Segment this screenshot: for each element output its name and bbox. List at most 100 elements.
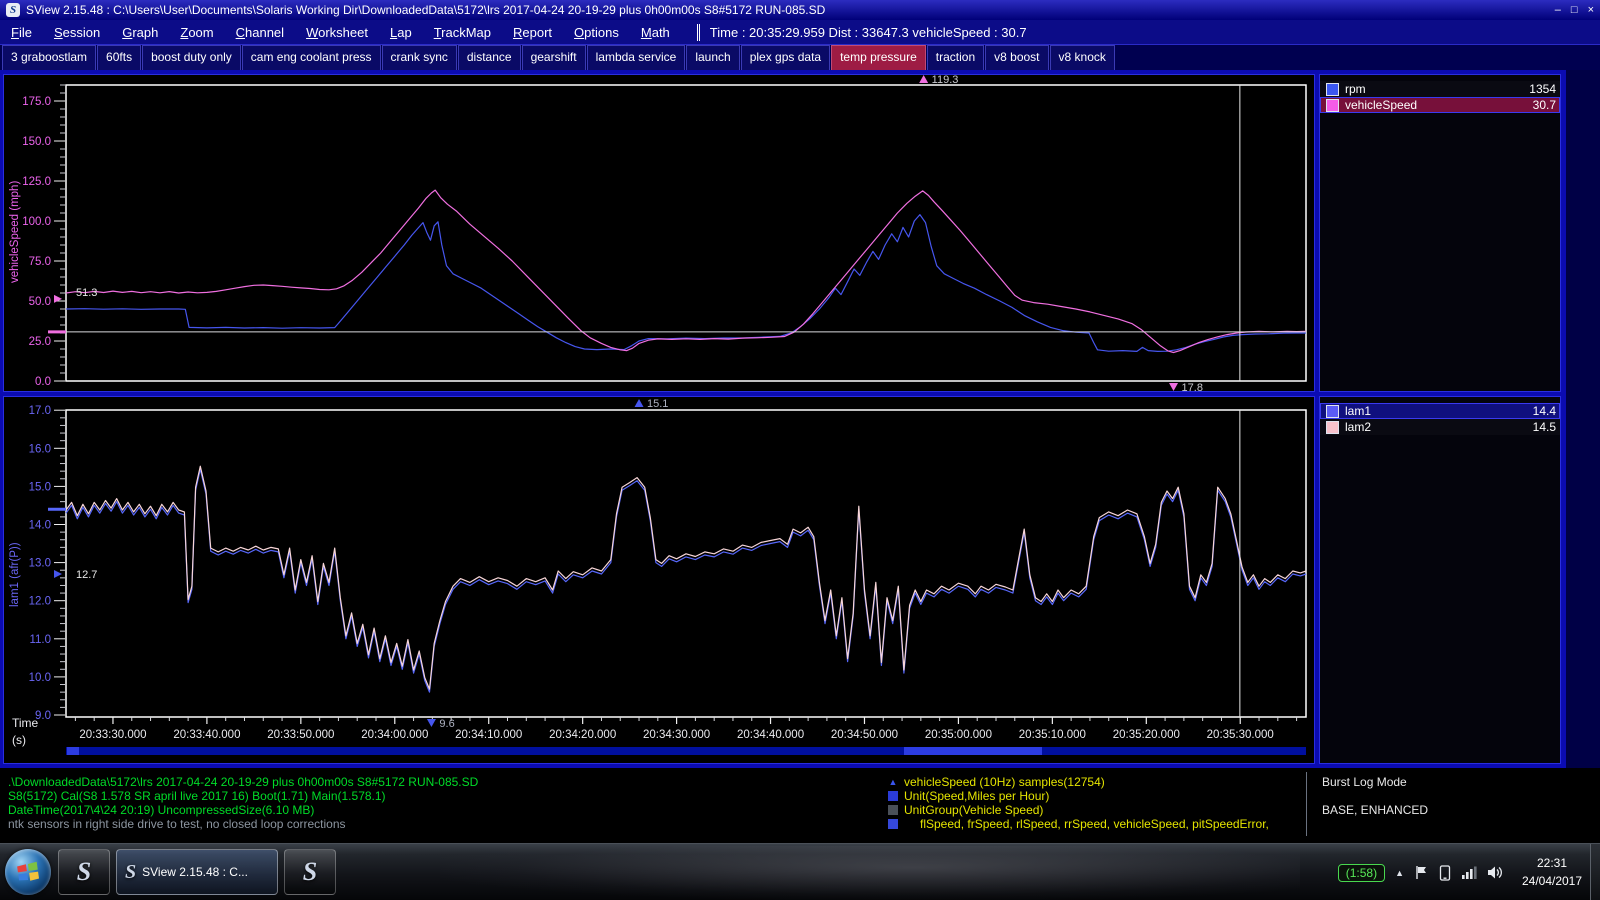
- speed-chart[interactable]: 0.025.050.075.0100.0125.0150.0175.0vehic…: [4, 75, 1314, 391]
- channel-attr-icon: [888, 819, 898, 829]
- menu-file[interactable]: File: [0, 25, 43, 40]
- y-tick-label: 150.0: [22, 136, 51, 148]
- legend-row-rpm[interactable]: rpm1354: [1320, 81, 1560, 97]
- title-bar[interactable]: S SView 2.15.48 : C:\Users\User\Document…: [0, 0, 1600, 20]
- min-marker-icon: [427, 719, 436, 727]
- scrollbar-thumb: [904, 747, 1042, 755]
- system-tray: (1:58) ▲: [1338, 844, 1504, 900]
- axis-cursor-dash: [48, 508, 66, 511]
- y-tick-label: 125.0: [22, 176, 51, 188]
- start-button[interactable]: [5, 849, 51, 895]
- show-desktop-button[interactable]: [1590, 844, 1600, 900]
- minimize-button[interactable]: –: [1555, 4, 1561, 16]
- x-axis-title: Time: [12, 716, 39, 730]
- time-tick-label: 20:34:40.000: [737, 729, 804, 741]
- action-center-flag-icon[interactable]: [1414, 865, 1429, 880]
- clock-date: 24/04/2017: [1510, 872, 1594, 890]
- channel-info: ▲vehicleSpeed (10Hz) samples(12754)Unit(…: [888, 775, 1269, 831]
- tab-traction[interactable]: traction: [927, 45, 984, 70]
- tab-gearshift[interactable]: gearshift: [522, 45, 586, 70]
- y-tick-label: 12.0: [29, 596, 51, 608]
- tab-v8-boost[interactable]: v8 boost: [985, 45, 1048, 70]
- channel-value: 30.7: [1533, 98, 1556, 112]
- y-tick-label: 15.0: [29, 481, 51, 493]
- tab-60fts[interactable]: 60fts: [97, 45, 141, 70]
- menu-items: FileSessionGraphZoomChannelWorksheetLapT…: [0, 25, 681, 40]
- maximize-button[interactable]: □: [1571, 4, 1578, 16]
- lambda-chart-panel[interactable]: 9.010.011.012.013.014.015.016.017.0lam1 …: [3, 396, 1315, 764]
- time-tick-label: 20:34:50.000: [831, 729, 898, 741]
- time-scrollbar[interactable]: [66, 747, 1306, 755]
- battery-meter[interactable]: (1:58): [1338, 864, 1385, 882]
- channel-name: rpm: [1345, 82, 1529, 96]
- tab-boost-duty-only[interactable]: boost duty only: [142, 45, 241, 70]
- tab-v8-knock[interactable]: v8 knock: [1050, 45, 1115, 70]
- file-info-line-3: DateTime(2017\4\24 20:19) UncompressedSi…: [8, 803, 478, 817]
- menu-session[interactable]: Session: [43, 25, 111, 40]
- operator-note: ntk sensors in right side drive to test,…: [8, 817, 478, 831]
- tab-temp-pressure[interactable]: temp pressure: [831, 45, 926, 70]
- tab-distance[interactable]: distance: [458, 45, 521, 70]
- sview-pinned-icon[interactable]: S: [58, 849, 110, 895]
- y-tick-label: 100.0: [22, 216, 51, 228]
- menu-report[interactable]: Report: [502, 25, 563, 40]
- menu-worksheet[interactable]: Worksheet: [295, 25, 379, 40]
- sview-logo-icon: S: [303, 857, 317, 887]
- legend-row-vehicleSpeed[interactable]: vehicleSpeed30.7: [1320, 97, 1560, 113]
- start-value-label: 51.3: [76, 287, 97, 299]
- y-tick-label: 0.0: [35, 376, 51, 388]
- menu-options[interactable]: Options: [563, 25, 630, 40]
- speed-chart-panel[interactable]: 0.025.050.075.0100.0125.0150.0175.0vehic…: [3, 74, 1315, 392]
- start-value-label: 12.7: [76, 569, 97, 581]
- worksheet-tabs: 3 graboostlam60ftsboost duty onlycam eng…: [0, 45, 1600, 70]
- y-axis-title: vehicleSpeed (mph): [9, 181, 21, 283]
- close-button[interactable]: ×: [1588, 4, 1594, 16]
- tab-3-graboostlam[interactable]: 3 graboostlam: [2, 45, 96, 70]
- menu-graph[interactable]: Graph: [111, 25, 169, 40]
- y-tick-label: 25.0: [29, 336, 51, 348]
- lambda-chart[interactable]: 9.010.011.012.013.014.015.016.017.0lam1 …: [4, 397, 1314, 763]
- network-signal-icon[interactable]: [1461, 866, 1477, 880]
- tab-cam-eng-coolant-press[interactable]: cam eng coolant press: [242, 45, 381, 70]
- tab-launch[interactable]: launch: [686, 45, 739, 70]
- volume-icon[interactable]: [1487, 865, 1504, 880]
- menu-channel[interactable]: Channel: [225, 25, 295, 40]
- window-title: SView 2.15.48 : C:\Users\User\Documents\…: [26, 3, 825, 17]
- time-tick-label: 20:35:00.000: [925, 729, 992, 741]
- time-tick-label: 20:34:00.000: [361, 729, 428, 741]
- scrollbar-track: [66, 747, 1306, 755]
- device-icon[interactable]: [1439, 865, 1451, 881]
- channel-info-line-3: UnitGroup(Vehicle Speed): [888, 803, 1269, 817]
- time-tick-label: 20:35:10.000: [1019, 729, 1086, 741]
- menu-math[interactable]: Math: [630, 25, 681, 40]
- tab-lambda-service[interactable]: lambda service: [587, 45, 686, 70]
- channel-attr-icon: [888, 805, 898, 815]
- hidden-icons-arrow[interactable]: ▲: [1395, 868, 1404, 878]
- channel-name: lam1: [1345, 404, 1533, 418]
- start-marker-icon: [54, 295, 62, 303]
- menu-lap[interactable]: Lap: [379, 25, 423, 40]
- max-value-label: 119.3: [932, 75, 959, 86]
- sview-task-button[interactable]: S SView 2.15.48 : C...: [116, 849, 278, 895]
- app-icon: S: [6, 3, 20, 17]
- y-tick-label: 16.0: [29, 443, 51, 455]
- channel-info-text: UnitGroup(Vehicle Speed): [904, 803, 1043, 817]
- channel-info-line-1: ▲vehicleSpeed (10Hz) samples(12754): [888, 775, 1269, 789]
- menu-zoom[interactable]: Zoom: [169, 25, 224, 40]
- tab-plex-gps-data[interactable]: plex gps data: [741, 45, 830, 70]
- time-axis: 20:33:30.00020:33:40.00020:33:50.00020:3…: [75, 717, 1296, 741]
- channel-name: vehicleSpeed: [1345, 98, 1533, 112]
- time-tick-label: 20:33:40.000: [173, 729, 240, 741]
- time-tick-label: 20:34:20.000: [549, 729, 616, 741]
- taskbar-glass-glow: [440, 846, 1300, 900]
- legend-row-lam1[interactable]: lam114.4: [1320, 403, 1560, 419]
- y-tick-label: 14.0: [29, 520, 51, 532]
- file-info-line-1: .\DownloadedData\5172\lrs 2017-04-24 20-…: [8, 775, 478, 789]
- menu-trackmap[interactable]: TrackMap: [423, 25, 502, 40]
- menu-separator: [697, 24, 700, 41]
- sview-window-icon[interactable]: S: [284, 849, 336, 895]
- clock[interactable]: 22:31 24/04/2017: [1510, 854, 1594, 890]
- y-tick-label: 50.0: [29, 296, 51, 308]
- tab-crank-sync[interactable]: crank sync: [382, 45, 457, 70]
- legend-row-lam2[interactable]: lam214.5: [1320, 419, 1560, 435]
